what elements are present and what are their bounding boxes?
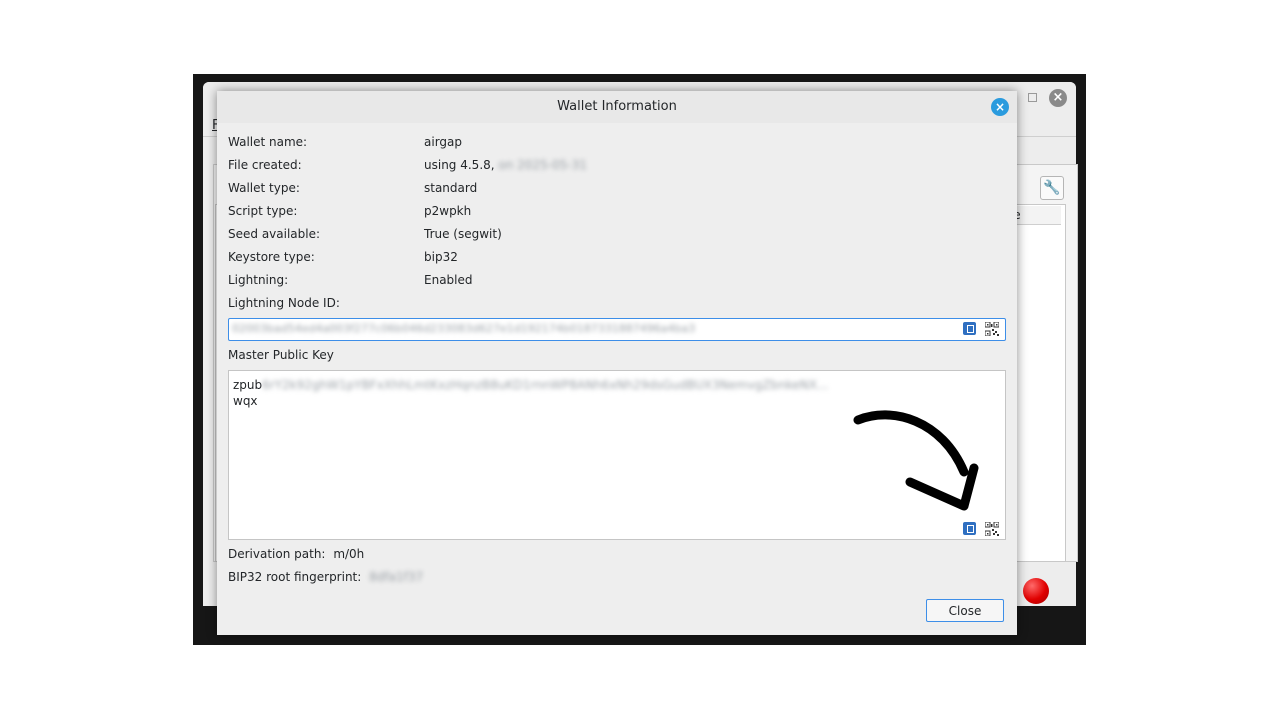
derivation-label: Derivation path: [228,547,326,561]
derivation-value: m/0h [333,547,365,561]
file-created-value: using 4.5.8, on 2025-05-31 [424,157,587,173]
fingerprint-label: BIP32 root fingerprint: [228,570,362,584]
qr-code-icon[interactable] [985,522,999,536]
mpk-prefix: zpub [233,378,263,392]
qr-code-icon[interactable] [985,322,999,336]
wallet-name-label: Wallet name: [228,135,308,149]
dialog-title: Wallet Information [557,99,677,114]
window-close-icon[interactable]: × [1049,89,1067,107]
maximize-icon[interactable] [1028,93,1037,102]
tools-icon[interactable]: 🔧 [1040,176,1064,200]
keystore-type-value: bip32 [424,250,458,264]
seed-available-label: Seed available: [228,227,321,241]
copy-icon[interactable] [963,522,976,535]
node-id-label: Lightning Node ID: [228,296,340,310]
mpk-line-1: zpub6rY2k92ghW1pYBFxXhhLmtKxzHqnzB8uKD1r… [233,377,828,393]
lightning-label: Lightning: [228,273,289,287]
script-type-value: p2wpkh [424,204,472,218]
dialog-titlebar: Wallet Information × [217,91,1017,123]
file-created-version: using 4.5.8, [424,158,495,172]
script-type-label: Script type: [228,204,298,218]
node-id-field[interactable]: 02003bad54ed4a003f277c06b046d233083d627e… [228,318,1006,341]
file-created-label: File created: [228,158,302,172]
mpk-textbox[interactable]: zpub6rY2k92ghW1pYBFxXhhLmtKxzHqnzB8uKD1r… [228,370,1006,540]
mpk-label: Master Public Key [228,348,334,362]
derivation-row: Derivation path: m/0h [228,546,364,562]
fingerprint-row: BIP32 root fingerprint: 8dfa1f37 [228,569,423,585]
lightning-value: Enabled [424,273,473,287]
wallet-info-dialog: Wallet Information × Wallet name: airgap… [217,91,1017,635]
file-created-date: on 2025-05-31 [498,158,587,172]
close-button[interactable]: Close [926,599,1004,622]
mpk-line-2: wqx [233,394,258,408]
wallet-type-label: Wallet type: [228,181,300,195]
seed-available-value: True (segwit) [424,227,502,241]
dialog-close-icon[interactable]: × [991,98,1009,116]
network-status-icon[interactable] [1023,578,1049,604]
wallet-name-value: airgap [424,135,462,149]
wallet-type-value: standard [424,181,478,195]
copy-icon[interactable] [963,322,976,335]
node-id-value: 02003bad54ed4a003f277c06b046d233083d627e… [232,322,696,335]
mpk-hidden-part: 6rY2k92ghW1pYBFxXhhLmtKxzHqnzB8uKD1rnnWP… [262,378,829,392]
keystore-type-label: Keystore type: [228,250,315,264]
fingerprint-value: 8dfa1f37 [369,570,424,584]
